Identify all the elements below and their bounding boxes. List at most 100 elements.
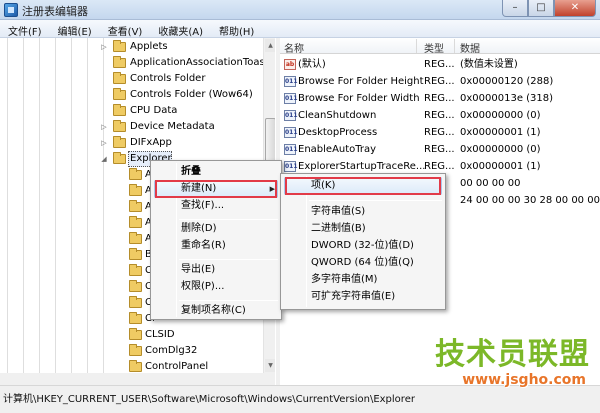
folder-icon [129,248,142,260]
folder-icon [129,232,142,244]
tree-item-label: DIFxApp [130,137,172,148]
value-type: REG... [424,144,455,155]
tree-item-label: Applets [130,41,168,52]
scroll-up-icon[interactable]: ▲ [265,39,275,52]
window-title: 注册表编辑器 [22,5,88,18]
value-data: 0x00000120 (288) [460,76,554,87]
folder-icon [129,168,142,180]
value-data: (数值未设置) [460,59,518,70]
tree-item[interactable]: ▷ DIFxApp [100,135,260,151]
list-header: 名称 类型 数据 [280,38,600,55]
regedit-app-icon [4,3,18,17]
expand-arrow-icon[interactable]: ▷ [100,135,108,151]
menu-edit[interactable]: 编辑(E) [50,20,100,38]
tree-child-item[interactable]: ComDlg32 [116,343,256,359]
menu-item-rename[interactable]: 重命名(R) [151,236,281,256]
new-submenu: 项(K) 字符串值(S) 二进制值(B) DWORD (32-位)值(D) QW… [280,173,446,310]
menu-item-label: 复制项名称(C) [181,305,246,316]
folder-icon [113,56,126,68]
expand-arrow-icon[interactable]: ▷ [100,39,108,55]
value-row[interactable]: ab (默认) REG... (数值未设置) [280,56,600,73]
folder-icon [129,296,142,308]
value-type: REG... [424,93,455,104]
folder-icon [129,264,142,276]
binary-value-icon: 011 [284,127,298,138]
tree-item-label: Controls Folder (Wow64) [130,89,253,100]
tree-item-label: CPU Data [130,105,178,116]
tree-item-label: Controls Folder [130,73,206,84]
tree-child-item[interactable]: CLSID [116,327,256,343]
maximize-button[interactable]: □ [528,0,554,17]
folder-icon [129,200,142,212]
folder-icon [113,120,126,132]
value-row[interactable]: 011 EnableAutoTray REG... 0x00000000 (0) [280,141,600,158]
value-data: 0x00000000 (0) [460,110,541,121]
expand-arrow-icon[interactable]: ▷ [100,119,108,135]
value-row[interactable]: 011 DesktopProcess REG... 0x00000001 (1) [280,124,600,141]
window-controls: – □ ✕ [502,0,596,17]
column-header-data[interactable]: 数据 [460,40,480,55]
string-value-icon: ab [284,59,296,70]
submenu-item-expandable-string-value[interactable]: 可扩充字符串值(E) [281,287,445,307]
tree-item[interactable]: Controls Folder (Wow64) [100,87,260,103]
context-menu: 折叠 新建(N) ▶ 查找(F)... 删除(D) 重命名(R) 导出(E) 权… [150,160,282,320]
site-watermark: 技术员联盟 www.jsgho.com [435,337,590,389]
value-data: 0x00000001 (1) [460,161,541,172]
column-divider[interactable] [416,39,417,53]
value-type: REG... [424,110,455,121]
column-header-name[interactable]: 名称 [284,40,304,55]
value-row[interactable]: 011 CleanShutdown REG... 0x00000000 (0) [280,107,600,124]
tree-item-label: ComDlg32 [145,345,198,356]
menu-favorites[interactable]: 收藏夹(A) [150,20,211,38]
value-name: Browse For Folder Height [298,76,424,87]
value-row[interactable]: 011 Browse For Folder Height REG... 0x00… [280,73,600,90]
binary-value-icon: 011 [284,144,298,155]
menu-view[interactable]: 查看(V) [100,20,151,38]
folder-open-icon [113,152,126,164]
tree-guide-lines [0,38,112,385]
value-data: 0x00000000 (0) [460,144,541,155]
binary-value-icon: 011 [284,76,298,87]
tree-horizontal-scrollbar[interactable] [0,373,275,385]
minimize-button[interactable]: – [502,0,528,17]
folder-icon [113,104,126,116]
column-divider[interactable] [454,39,455,53]
tree-item[interactable]: ▷ Applets [100,39,260,55]
value-type: REG... [424,59,455,70]
value-data: 0x0000013e (318) [460,93,554,104]
binary-value-icon: 011 [284,161,298,172]
folder-icon [129,312,142,324]
menu-item-permissions[interactable]: 权限(P)... [151,277,281,297]
value-name: CleanShutdown [298,110,377,121]
tree-item[interactable]: ApplicationAssociationToasts [100,55,274,71]
menu-file[interactable]: 文件(F) [0,20,50,38]
status-path: 计算机\HKEY_CURRENT_USER\Software\Microsoft… [3,394,415,405]
menu-item-copy-key-name[interactable]: 复制项名称(C) [151,301,281,321]
folder-icon [113,136,126,148]
value-row[interactable]: 011 Browse For Folder Width REG... 0x000… [280,90,600,107]
column-header-type[interactable]: 类型 [424,40,444,55]
folder-icon [129,328,142,340]
value-name: Browse For Folder Width [298,93,420,104]
scroll-down-icon[interactable]: ▼ [265,359,275,372]
tree-item[interactable]: CPU Data [100,103,260,119]
status-bar: 计算机\HKEY_CURRENT_USER\Software\Microsoft… [0,385,600,413]
title-bar[interactable]: 注册表编辑器 – □ ✕ [0,0,600,20]
tree-item[interactable]: Controls Folder [100,71,260,87]
menu-item-label: 项(K) [311,180,336,191]
binary-value-icon: 011 [284,93,298,104]
value-name: DesktopProcess [298,127,378,138]
close-button[interactable]: ✕ [554,0,596,17]
menu-help[interactable]: 帮助(H) [211,20,262,38]
collapse-arrow-icon[interactable]: ◢ [100,151,108,167]
tree-item[interactable]: ▷ Device Metadata [100,119,260,135]
menu-item-find[interactable]: 查找(F)... [151,196,281,216]
watermark-url: www.jsgho.com [462,372,586,388]
folder-icon [113,40,126,52]
menu-bar: 文件(F) 编辑(E) 查看(V) 收藏夹(A) 帮助(H) [0,20,600,38]
folder-icon [129,280,142,292]
tree-item-label: Device Metadata [130,121,215,132]
watermark-logo-text: 技术员联盟 [435,337,590,372]
submenu-item-key[interactable]: 项(K) [281,176,445,196]
menu-item-label: 重命名(R) [181,240,226,251]
